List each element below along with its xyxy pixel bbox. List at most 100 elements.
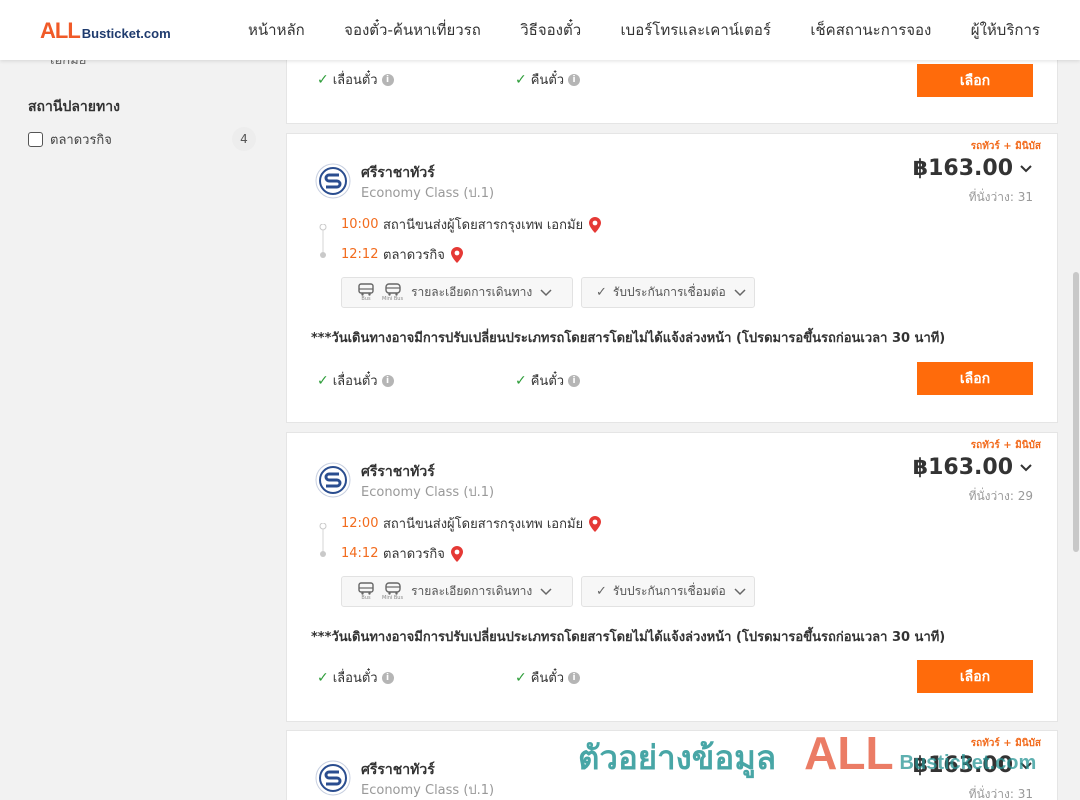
departure-time: 10:00 [341, 217, 379, 232]
check-icon: ✓ [317, 71, 329, 88]
info-icon[interactable]: i [381, 671, 394, 684]
operator-logo-icon [315, 760, 351, 796]
reschedule-label: เลื่อนตั๋ว [332, 671, 378, 686]
vehicle-type-tag: รถทัวร์ + มินิบัส [970, 440, 1041, 451]
select-trip-button[interactable]: เลือก [917, 660, 1033, 693]
insurance-label: รับประกันการเชื่อมต่อ [612, 584, 726, 598]
chevron-down-icon [540, 288, 552, 296]
check-icon: ✓ [515, 71, 527, 88]
refund-feature: ✓ คืนตั๋ว i [515, 667, 581, 688]
ticket-price: ฿163.00 [912, 753, 1013, 778]
refund-label: คืนตั๋ว [530, 73, 565, 88]
select-trip-button[interactable]: เลือก [917, 362, 1033, 395]
price-toggle[interactable]: ฿163.00 [913, 753, 1033, 778]
map-pin-icon[interactable] [450, 545, 463, 562]
trip-card: รถทัวร์ + มินิบัส ศรีราชาทัวร์ Economy C… [286, 730, 1058, 800]
vehicle-type-tag: รถทัวร์ + มินิบัส [970, 141, 1041, 152]
logo-busticket-text: Busticket.com [81, 26, 171, 41]
page-scrollbar-thumb[interactable] [1073, 272, 1079, 552]
map-pin-icon[interactable] [589, 216, 602, 233]
departure-station: สถานีขนส่งผู้โดยสารกรุงเทพ เอกมัย [383, 517, 584, 532]
operator-name: ศรีราชาทัวร์ [361, 762, 435, 778]
chevron-down-icon [1020, 164, 1032, 172]
trip-card: รถทัวร์ + มินิบัส ศรีราชาทัวร์ Economy C… [286, 133, 1058, 423]
refund-feature: ✓ คืนตั๋ว i [515, 69, 581, 90]
bus-label: Bus [361, 595, 371, 601]
price-toggle[interactable]: ฿163.00 [913, 455, 1033, 480]
trip-card: รถทัวร์ + มินิบัส ศรีราชาทัวร์ Economy C… [286, 432, 1058, 722]
nav-check-booking[interactable]: เช็คสถานะการจอง [810, 18, 931, 42]
chevron-down-icon [734, 288, 746, 296]
departure-row: 12:00 สถานีขนส่งผู้โดยสารกรุงเทพ เอกมัย [341, 513, 602, 534]
reschedule-feature: ✓ เลื่อนตั๋ว i [317, 370, 394, 391]
price-toggle[interactable]: ฿163.00 [913, 156, 1033, 181]
insurance-dropdown[interactable]: ✓ รับประกันการเชื่อมต่อ [581, 277, 755, 308]
reschedule-label: เลื่อนตั๋ว [332, 73, 378, 88]
refund-label: คืนตั๋ว [530, 671, 565, 686]
filter-sidebar: เอกมัย สถานีปลายทาง ตลาดวรกิจ 4 [28, 52, 256, 151]
operator-logo-icon [315, 462, 351, 498]
info-icon[interactable]: i [381, 374, 394, 387]
info-icon[interactable]: i [568, 671, 581, 684]
site-logo[interactable]: ALL Busticket.com [40, 18, 171, 44]
departure-row: 10:00 สถานีขนส่งผู้โดยสารกรุงเทพ เอกมัย [341, 214, 602, 235]
insurance-label: รับประกันการเชื่อมต่อ [612, 285, 726, 299]
seats-available: ที่นั่งว่าง: 31 [968, 787, 1033, 800]
minibus-label: Mini Bus [382, 595, 404, 601]
route-timeline-icon [319, 523, 327, 557]
destination-checkbox[interactable] [28, 131, 43, 147]
map-pin-icon[interactable] [450, 246, 463, 263]
nav-phone-counters[interactable]: เบอร์โทรและเคาน์เตอร์ [621, 18, 771, 42]
refund-feature: ✓ คืนตั๋ว i [515, 370, 581, 391]
minibus-icon: Mini Bus [382, 283, 403, 302]
trip-details-label: รายละเอียดการเดินทาง [411, 584, 533, 598]
seats-available: ที่นั่งว่าง: 31 [968, 190, 1033, 204]
check-icon: ✓ [317, 669, 329, 686]
bus-icon: Bus [358, 283, 374, 302]
trip-details-dropdown[interactable]: Bus Mini Bus รายละเอียดการเดินทาง [341, 576, 573, 607]
ticket-price: ฿163.00 [912, 156, 1013, 181]
check-icon: ✓ [596, 285, 607, 300]
chevron-down-icon [540, 587, 552, 595]
map-pin-icon[interactable] [589, 515, 602, 532]
minibus-label: Mini Bus [382, 296, 404, 302]
logo-all-text: ALL [40, 18, 81, 43]
bus-class: Economy Class (ป.1) [361, 783, 495, 798]
destination-filter-heading: สถานีปลายทาง [28, 99, 120, 115]
top-header: ALL Busticket.com หน้าหลัก จองตั๋ว-ค้นหา… [0, 0, 1080, 60]
nav-book-search[interactable]: จองตั๋ว-ค้นหาเที่ยวรถ [344, 18, 481, 42]
operator-name: ศรีราชาทัวร์ [361, 165, 435, 181]
nav-operators[interactable]: ผู้ให้บริการ [971, 18, 1040, 42]
refund-label: คืนตั๋ว [530, 374, 565, 389]
vehicle-change-notice: ***วันเดินทางอาจมีการปรับเปลี่ยนประเภทรถ… [311, 630, 946, 645]
reschedule-feature: ✓ เลื่อนตั๋ว i [317, 667, 394, 688]
bus-icon: Bus [358, 582, 374, 601]
vehicle-type-tag: รถทัวร์ + มินิบัส [970, 738, 1041, 749]
bus-class: Economy Class (ป.1) [361, 186, 495, 201]
info-icon[interactable]: i [381, 73, 394, 86]
select-trip-button[interactable]: เลือก [917, 64, 1033, 97]
operator-name: ศรีราชาทัวร์ [361, 464, 435, 480]
ticket-price: ฿163.00 [912, 455, 1013, 480]
arrival-station: ตลาดวรกิจ [383, 547, 445, 562]
nav-how-to-book[interactable]: วิธีจองตั๋ว [520, 18, 581, 42]
nav-home[interactable]: หน้าหลัก [248, 18, 305, 42]
trip-details-dropdown[interactable]: Bus Mini Bus รายละเอียดการเดินทาง [341, 277, 573, 308]
reschedule-feature: ✓ เลื่อนตั๋ว i [317, 69, 394, 90]
operator-logo-icon [315, 163, 351, 199]
destination-option[interactable]: ตลาดวรกิจ 4 [28, 127, 256, 151]
route-timeline-icon [319, 224, 327, 258]
insurance-dropdown[interactable]: ✓ รับประกันการเชื่อมต่อ [581, 576, 755, 607]
departure-station: สถานีขนส่งผู้โดยสารกรุงเทพ เอกมัย [383, 218, 584, 233]
info-icon[interactable]: i [568, 374, 581, 387]
check-icon: ✓ [596, 584, 607, 599]
info-icon[interactable]: i [568, 73, 581, 86]
chevron-down-icon [734, 587, 746, 595]
arrival-time: 14:12 [341, 546, 379, 561]
reschedule-label: เลื่อนตั๋ว [332, 374, 378, 389]
bus-label: Bus [361, 296, 371, 302]
chevron-down-icon [1020, 463, 1032, 471]
departure-time: 12:00 [341, 516, 379, 531]
destination-option-count: 4 [232, 127, 256, 151]
arrival-time: 12:12 [341, 247, 379, 262]
